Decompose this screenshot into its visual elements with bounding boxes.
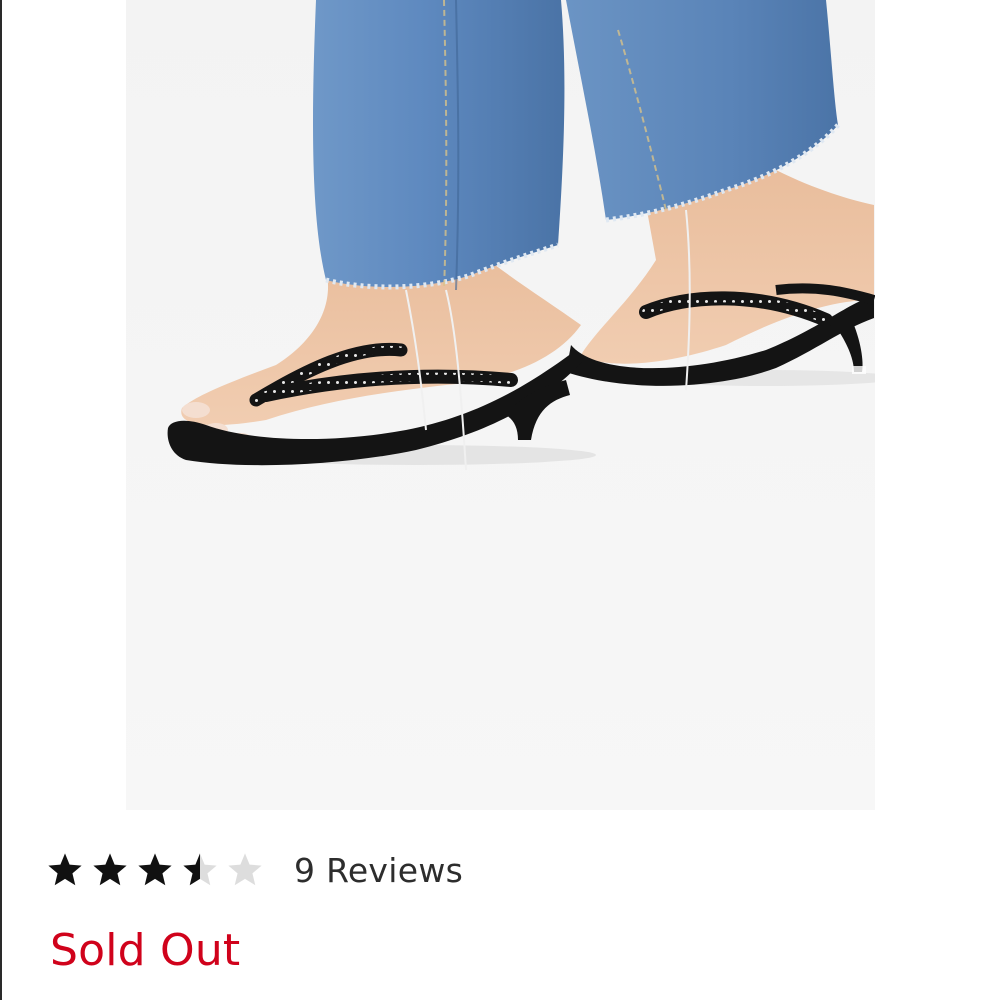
star-icon	[138, 853, 172, 886]
rating-row: 9 Reviews	[46, 840, 463, 900]
star-icon	[48, 853, 82, 886]
star-icon	[228, 853, 262, 886]
star-icon	[93, 853, 127, 886]
sold-out-label: Sold Out	[50, 925, 241, 976]
product-page: 9 Reviews Sold Out	[0, 0, 1000, 1000]
product-photo	[126, 0, 875, 810]
star-rating[interactable]	[46, 851, 264, 889]
reviews-link[interactable]: 9 Reviews	[294, 851, 463, 890]
product-image[interactable]	[126, 0, 875, 810]
left-edge-divider	[0, 0, 2, 1000]
star-icon	[183, 853, 217, 886]
